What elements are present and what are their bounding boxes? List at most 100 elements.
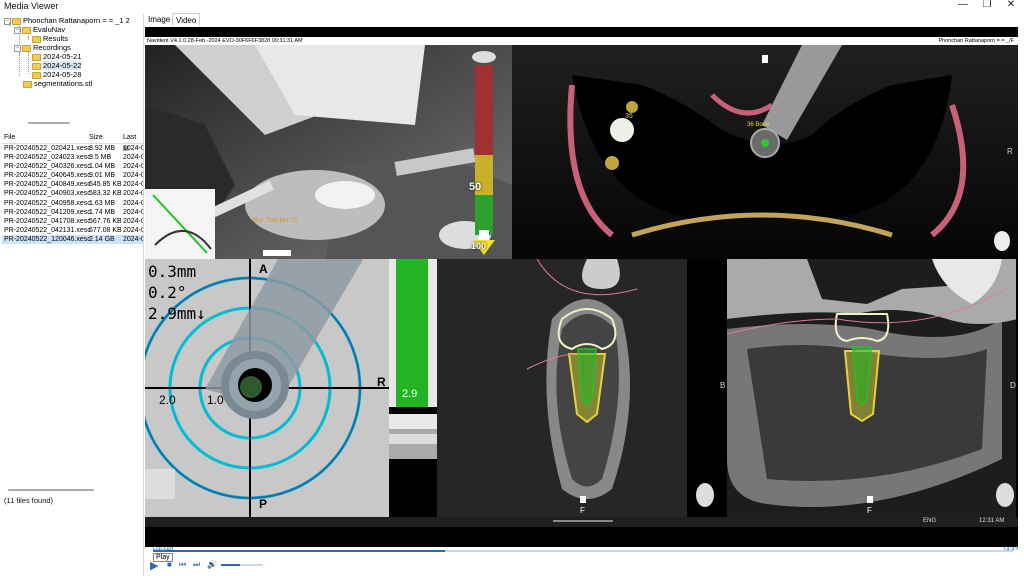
taskbar-time: 12:31 AM	[979, 518, 1005, 524]
seek-bar-fill	[153, 550, 446, 552]
file-last: 2024-0	[123, 235, 143, 243]
maximize-button[interactable]: ❐	[976, 0, 998, 13]
file-row[interactable]: PR-20240522_040849.xesc 645.85 KB 2024-0	[2, 180, 143, 189]
implant-label-36: 36 Bone	[747, 122, 770, 128]
file-file: PR-20240522_024023.xesc	[4, 154, 91, 162]
folder-icon	[22, 44, 31, 52]
target-view-pane: 0.3mm 0.2° 2.9mm↓ A P R 2.0 1.0	[145, 259, 389, 517]
file-size: 645.85 KB	[89, 181, 122, 189]
tree-node-patient[interactable]: − Phonchan Rattanaporn = = _1 2	[4, 16, 130, 25]
column-file[interactable]: File	[4, 132, 15, 144]
taskbar-lang: ENG	[923, 518, 937, 524]
left-panel: − Phonchan Rattanaporn = = _1 2 − EvaluNav…	[0, 14, 144, 576]
minimize-button[interactable]: —	[952, 0, 974, 13]
side-label-f-2: F	[867, 506, 872, 515]
patient-label: Phonchan Rattanaporn = = _/F	[938, 38, 1014, 44]
file-file: PR-20240522_041708.xesc	[4, 217, 91, 225]
ct-image-1	[437, 259, 727, 517]
collapse-icon[interactable]: −	[14, 44, 21, 52]
camera-pane: 50 100 Bur Tracker IC	[145, 45, 512, 259]
file-last: 2024-0	[123, 190, 143, 198]
file-row[interactable]: PR-20240522_040903.xesc 583.32 KB 2024-0	[2, 189, 143, 198]
video-viewport[interactable]: Navident V4.1.0 28-Feb.-2024 EVO-30F6F6F…	[145, 27, 1018, 547]
file-size: 9.5 MB	[89, 154, 112, 162]
file-row[interactable]: PR-20240522_020421.xesc 8.92 MB 2024-0	[2, 144, 143, 153]
file-last: 2024-0	[123, 163, 143, 171]
file-file: PR-20240522_041209.xesc	[4, 208, 91, 216]
tree-node-2024-05-22[interactable]: 2024-05-22	[32, 61, 82, 70]
target-readout: 0.3mm 0.2° 2.9mm↓	[148, 261, 206, 324]
folder-icon	[32, 62, 41, 70]
tab-image[interactable]: Image	[145, 13, 173, 26]
camera-image	[145, 45, 512, 259]
file-size: 1.63 MB	[89, 199, 116, 207]
lateral-offset: 0.3mm	[148, 262, 197, 281]
tree-node-evalunav[interactable]: − EvaluNav	[14, 25, 65, 34]
folder-icon	[12, 17, 21, 25]
volume-fill	[221, 564, 240, 566]
depth-bar-pane: 2.9	[389, 259, 437, 517]
file-row[interactable]: PR-20240522_040326.xesc 1.04 MB 2024-0	[2, 162, 143, 171]
next-button[interactable]: ⏭	[193, 560, 200, 570]
side-label-b: B	[720, 381, 726, 390]
seek-bar[interactable]	[153, 550, 1013, 552]
file-size: 1.04 MB	[89, 163, 116, 171]
folder-icon	[32, 53, 41, 61]
collapse-icon[interactable]: −	[4, 17, 11, 25]
ct-image-2	[727, 259, 1018, 517]
angle-offset: 0.2°	[148, 283, 187, 302]
column-size[interactable]: Size	[89, 132, 103, 144]
tree-node-recordings[interactable]: − Recordings	[14, 43, 71, 52]
tree-node-results[interactable]: Results	[32, 34, 68, 43]
play-button[interactable]: ▶	[150, 559, 158, 572]
file-size: 9.01 MB	[89, 172, 116, 180]
volume-icon[interactable]: 🔊	[207, 560, 217, 569]
file-last: 2024-0	[123, 172, 143, 180]
file-file: PR-20240522_042131.xesc	[4, 226, 91, 234]
file-row[interactable]: PR-20240522_120046.xesc 2.14 GB 2024-0	[2, 234, 143, 245]
file-row[interactable]: PR-20240522_041708.xesc 567.76 KB 2024-0	[2, 217, 143, 226]
file-list: File Size Last M PR-20240522_020421.xesc…	[2, 132, 143, 245]
axis-label-p: P	[259, 497, 268, 511]
depth-bar-fill	[396, 259, 428, 407]
depth-scale-100: 100	[471, 241, 487, 251]
file-size: 2.14 GB	[89, 235, 115, 243]
file-size: 567.76 KB	[89, 217, 122, 225]
file-row[interactable]: PR-20240522_041209.xesc 1.74 MB 2024-0	[2, 208, 143, 217]
implant-label-35: 35	[625, 113, 633, 120]
tree-scrollbar[interactable]	[28, 122, 70, 124]
volume-slider[interactable]	[221, 564, 263, 566]
file-row[interactable]: PR-20240522_040645.xesc 9.01 MB 2024-0	[2, 171, 143, 180]
side-label-f-1: F	[580, 506, 585, 515]
window-title: Media Viewer	[4, 1, 59, 11]
file-size: 677.08 KB	[89, 226, 122, 234]
file-last: 2024-0	[123, 208, 143, 216]
file-row[interactable]: PR-20240522_040958.xesc 1.63 MB 2024-0	[2, 199, 143, 208]
file-file: PR-20240522_040958.xesc	[4, 199, 91, 207]
ring-label-2: 2.0	[159, 393, 176, 407]
file-file: PR-20240522_040326.xesc	[4, 163, 91, 171]
tree-node-2024-05-21[interactable]: 2024-05-21	[32, 52, 81, 61]
file-file: PR-20240522_040849.xesc	[4, 181, 91, 189]
embedded-taskbar: ENG 12:31 AM	[145, 517, 1018, 527]
file-row[interactable]: PR-20240522_042131.xesc 677.08 KB 2024-0	[2, 226, 143, 235]
player-controls: Play ▶ ■ ⏮ ⏭ 🔊	[145, 550, 1024, 576]
file-list-scrollbar[interactable]	[8, 489, 94, 491]
depth-offset: 2.9mm↓	[148, 304, 206, 323]
video-header: Navident V4.1.0 28-Feb.-2024 EVO-30F6F6F…	[145, 37, 1018, 45]
tab-video[interactable]: Video	[172, 13, 201, 26]
file-file: PR-20240522_020421.xesc	[4, 145, 91, 152]
file-count: (11 files found)	[4, 496, 54, 505]
previous-button[interactable]: ⏮	[179, 560, 186, 570]
tree-node-segmentations[interactable]: segmentations.stl	[23, 79, 92, 88]
collapse-icon[interactable]: −	[14, 26, 21, 34]
close-button[interactable]: ✕	[1000, 0, 1022, 13]
file-size: 8.92 MB	[89, 145, 116, 152]
stop-button[interactable]: ■	[167, 560, 172, 569]
tree-node-2024-05-28[interactable]: 2024-05-28	[32, 70, 81, 79]
jaw-3d-render	[512, 45, 1018, 259]
folder-icon	[22, 26, 31, 34]
file-file: PR-20240522_040903.xesc	[4, 190, 91, 198]
file-row[interactable]: PR-20240522_024023.xesc 9.5 MB 2024-0	[2, 153, 143, 162]
file-last: 2024-0	[123, 145, 143, 152]
